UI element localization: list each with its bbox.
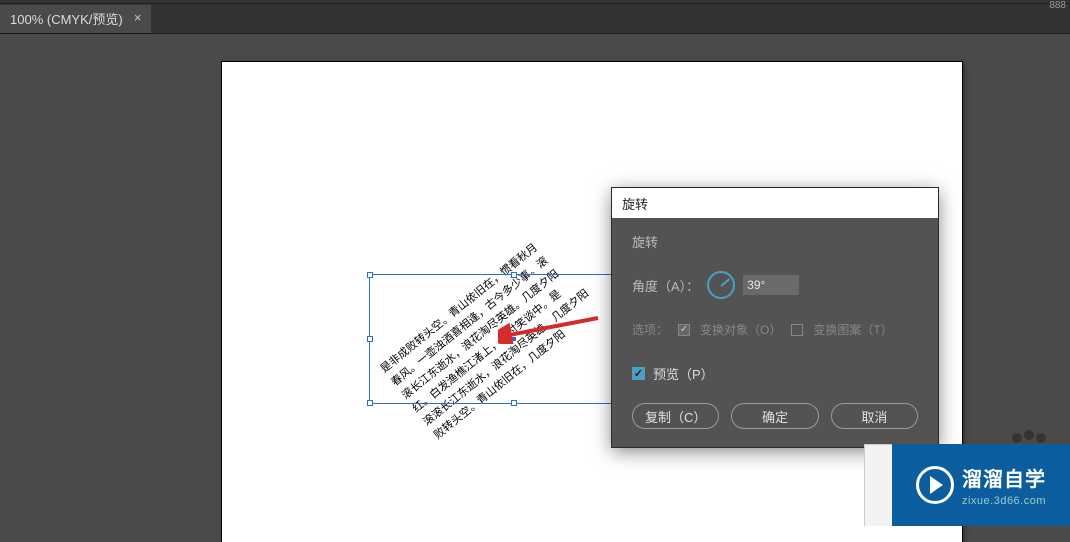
section-label: 旋转 <box>632 232 918 251</box>
watermark-bubbles-icon <box>1012 430 1046 443</box>
options-bar: 888 <box>0 0 1070 4</box>
document-tab-label: 100% (CMYK/预览) <box>10 9 123 28</box>
dialog-title[interactable]: 旋转 <box>612 188 938 218</box>
angle-input[interactable] <box>743 275 799 295</box>
transform-objects-checkbox: ✓ <box>678 324 690 336</box>
watermark: 溜溜自学 zixue.3d66.com <box>892 444 1070 526</box>
watermark-text: 溜溜自学 zixue.3d66.com <box>962 463 1046 507</box>
resize-handle[interactable] <box>367 400 373 406</box>
copy-button[interactable]: 复制（C） <box>632 403 719 429</box>
play-icon <box>916 466 954 504</box>
dialog-body: 旋转 角度（A）： 选项： ✓ 变换对象（O） 变换图案（T） ✓ 预览（P） … <box>612 218 938 447</box>
preview-label: 预览（P） <box>653 364 714 383</box>
transform-patterns-checkbox <box>791 324 803 336</box>
resize-handle[interactable] <box>511 400 517 406</box>
options-label: 选项： <box>632 321 668 338</box>
preview-checkbox[interactable]: ✓ <box>632 367 645 380</box>
transform-patterns-label: 变换图案（T） <box>813 321 892 338</box>
angle-dial[interactable] <box>707 271 735 299</box>
close-icon[interactable]: × <box>131 12 145 26</box>
cancel-button[interactable]: 取消 <box>831 403 918 429</box>
resize-handle[interactable] <box>367 272 373 278</box>
ok-button[interactable]: 确定 <box>731 403 818 429</box>
watermark-url: zixue.3d66.com <box>962 495 1046 507</box>
angle-label: 角度（A）： <box>632 276 699 295</box>
topbar-right-value: 888 <box>1049 0 1066 11</box>
document-tab[interactable]: 100% (CMYK/预览) × <box>0 5 151 33</box>
watermark-title: 溜溜自学 <box>962 463 1046 492</box>
resize-handle[interactable] <box>367 336 373 342</box>
options-row: 选项： ✓ 变换对象（O） 变换图案（T） <box>632 321 918 338</box>
rotate-dialog: 旋转 旋转 角度（A）： 选项： ✓ 变换对象（O） 变换图案（T） ✓ 预览（… <box>612 188 938 447</box>
document-tab-bar: 100% (CMYK/预览) × <box>0 4 1070 34</box>
angle-row: 角度（A）： <box>632 271 918 299</box>
dialog-buttons: 复制（C） 确定 取消 <box>632 403 918 429</box>
panel-edge <box>864 444 892 526</box>
transform-objects-label: 变换对象（O） <box>700 321 781 338</box>
preview-row: ✓ 预览（P） <box>632 364 918 383</box>
canvas-area: 是非成败转头空。青山依旧在，惯看秋月 春风。一壶浊酒喜相逢，古今多少事。滚 滚长… <box>0 34 1070 526</box>
